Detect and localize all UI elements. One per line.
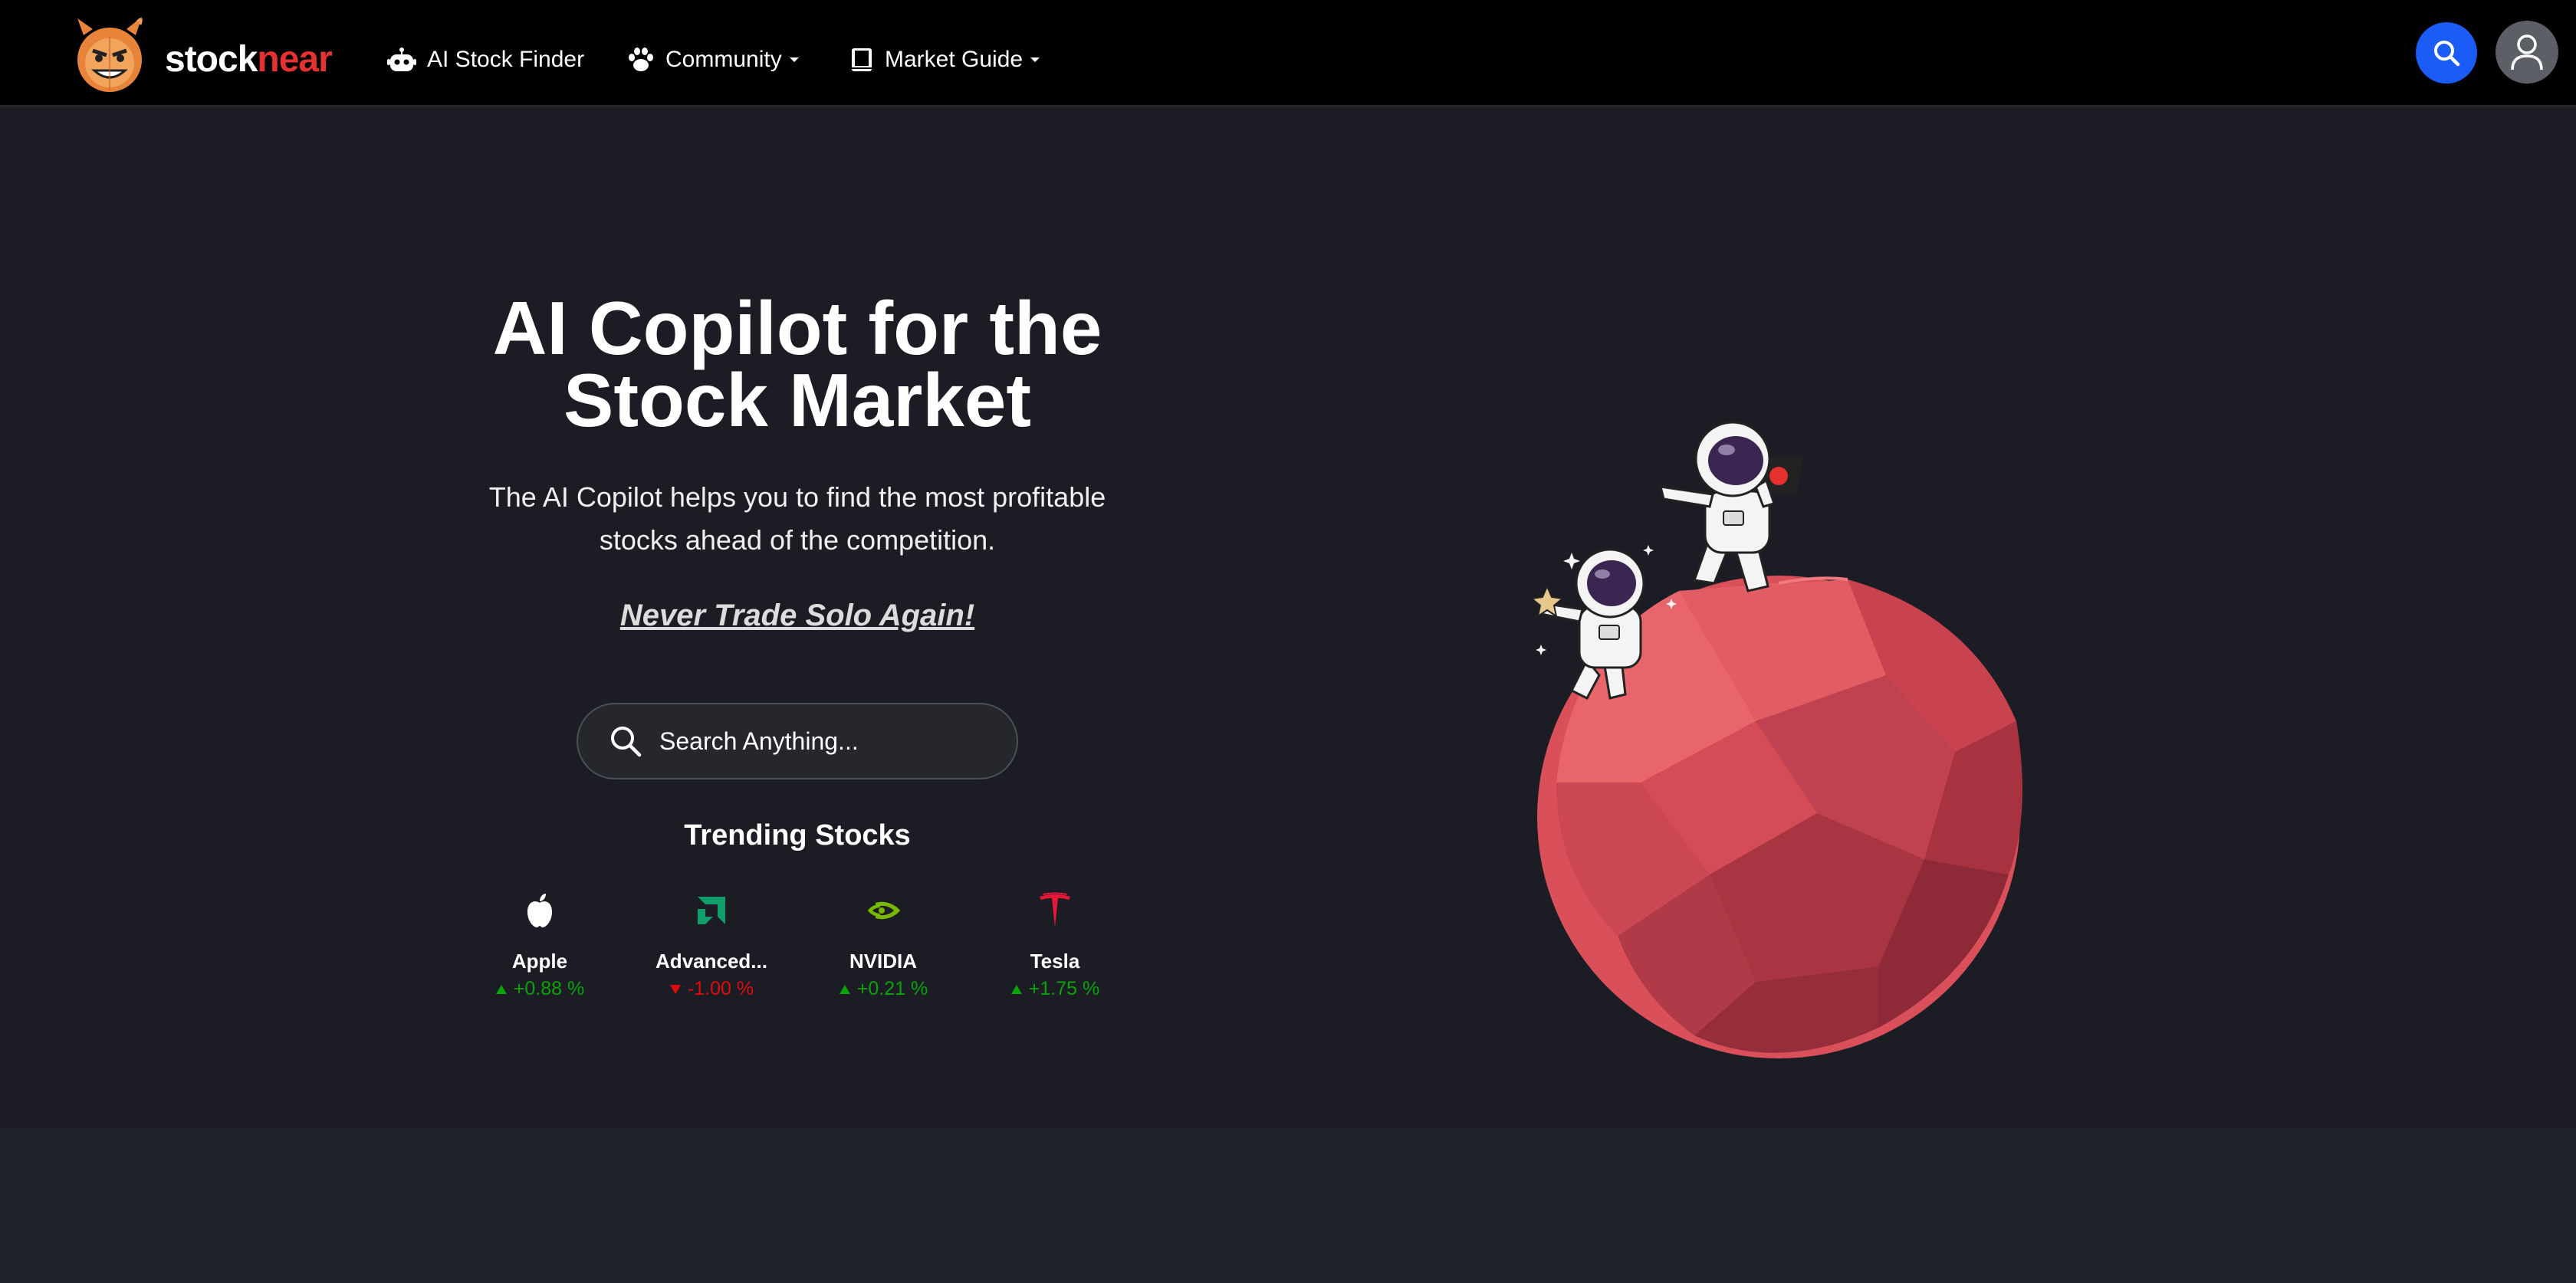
triangle-down-icon [669, 984, 681, 994]
trending-stock-tesla[interactable]: Tesla +1.75 % [986, 890, 1124, 1000]
amd-icon [698, 897, 725, 924]
stocknear-logo-icon[interactable] [71, 14, 148, 94]
stock-name: Tesla [1030, 950, 1080, 973]
nav-ai-stock-finder-label: AI Stock Finder [427, 47, 585, 72]
stock-change: +1.75 % [1028, 978, 1100, 999]
triangle-up-icon [839, 984, 850, 994]
stock-name: NVIDIA [849, 950, 918, 973]
stock-change: +0.88 % [513, 978, 585, 999]
brand-name-part1: stock [165, 39, 258, 80]
triangle-up-icon [495, 984, 507, 994]
search-input[interactable] [659, 727, 997, 756]
tesla-icon [1040, 892, 1070, 927]
user-account-button[interactable] [2496, 21, 2558, 84]
brand-name-part2: near [257, 39, 332, 80]
trending-stock-nvidia[interactable]: NVIDIA +0.21 % [814, 890, 952, 1000]
hero-subtitle-line1: The AI Copilot helps you to find the mos… [488, 481, 1106, 513]
top-navbar: stocknear AI Stock Finder Community Mark… [0, 0, 2576, 107]
nav-market-guide-label: Market Guide [885, 47, 1024, 72]
hero-title-line2: Stock Market [563, 358, 1031, 442]
hero-search-box[interactable] [577, 703, 1018, 779]
triangle-up-icon [1010, 984, 1022, 994]
nvidia-icon [865, 897, 902, 924]
chevron-down-icon [789, 57, 799, 62]
stock-name: Apple [511, 950, 568, 973]
nav-ai-stock-finder[interactable]: AI Stock Finder [387, 44, 584, 75]
trending-stocks-title: Trending Stocks [684, 819, 911, 852]
hero-tagline: Never Trade Solo Again! [619, 599, 975, 632]
brand-wordmark[interactable]: stocknear [165, 38, 333, 80]
user-icon [2511, 34, 2543, 71]
search-icon [2434, 41, 2460, 67]
trending-stock-apple[interactable]: Apple +0.88 % [471, 890, 609, 1000]
robot-icon [387, 48, 416, 71]
nav-community-label: Community [665, 47, 782, 72]
chevron-down-icon [1030, 57, 1040, 62]
astronaut-right-figure [1659, 421, 1803, 592]
stock-change: +0.21 % [856, 978, 928, 999]
hero-subtitle: The AI Copilot helps you to find the mos… [452, 476, 1142, 562]
book-icon [852, 48, 872, 71]
hero-title: AI Copilot for the Stock Market [414, 290, 1181, 438]
stock-change: -1.00 % [687, 978, 754, 999]
trending-stock-amd[interactable]: Advanced... -1.00 % [642, 890, 780, 1000]
search-button[interactable] [2416, 22, 2477, 84]
search-icon [611, 727, 642, 757]
apple-icon [527, 894, 552, 927]
astronauts-planet-illustration [1530, 421, 2022, 1058]
below-fold-section [0, 1128, 2576, 1283]
hero-subtitle-line2: stocks ahead of the competition. [599, 524, 996, 556]
paw-icon [629, 48, 653, 71]
stock-name: Advanced... [656, 950, 767, 973]
hero-section: AI Copilot for the Stock Market The AI C… [0, 108, 2576, 1128]
nav-market-guide[interactable]: Market Guide [849, 44, 1041, 75]
nav-community[interactable]: Community [627, 44, 800, 75]
